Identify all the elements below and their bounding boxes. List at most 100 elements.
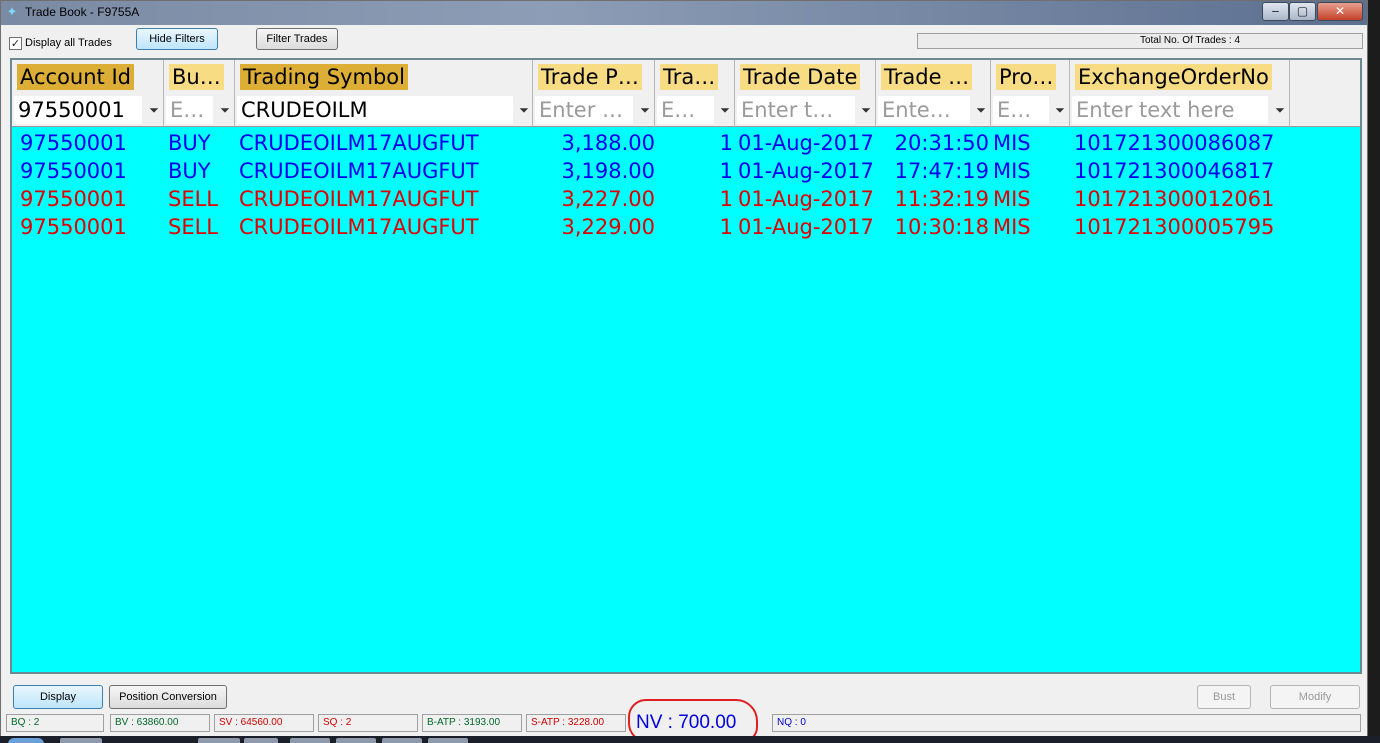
col-header-label: Trade Date [740,64,861,90]
cell-product: MIS [993,159,1031,183]
cell-order-no: 101721300012061 [1074,187,1275,211]
trade-date-filter-input[interactable]: Enter t… [737,96,855,124]
cell-account: 97550001 [20,187,127,211]
cell-date: 01-Aug-2017 [738,187,874,211]
minimize-button[interactable]: ‒ [1262,2,1289,21]
col-header-label: Pro… [996,64,1057,90]
status-nq: NQ : 0 [772,714,1361,732]
col-header-label: Bu… [169,64,224,90]
filter-funnel-icon[interactable]: ⏷ [719,102,731,118]
cell-order-no: 101721300005795 [1074,215,1275,239]
taskbar-button[interactable] [382,738,422,743]
col-header-label: Account Id [17,64,134,90]
col-header-trading-symbol[interactable]: Trading Symbol [235,60,533,94]
cell-buy-sell: SELL [168,215,218,239]
col-header-label: Trade P… [538,64,642,90]
cell-time: 11:32:19 [894,187,989,211]
col-header-label: Trade … [881,64,973,90]
taskbar-button[interactable] [244,738,278,743]
trade-time-filter-input[interactable]: Ente… [878,96,970,124]
taskbar-strip [0,736,1380,743]
account-id-filter-input[interactable]: 97550001 [14,96,142,124]
cell-qty: 1 [719,187,733,211]
trade-grid[interactable]: Account Id Bu… Trading Symbol Trade P… T… [10,58,1362,674]
col-header-trade-price[interactable]: Trade P… [533,60,655,94]
cell-symbol: CRUDEOILM17AUGFUT [239,131,479,155]
col-header-exchange-order-no[interactable]: ExchangeOrderNo [1070,60,1290,94]
title-bar[interactable]: ✦ Trade Book - F9755A ‒ ▢ ✕ [1,1,1367,25]
taskbar-button[interactable] [336,738,376,743]
filter-funnel-icon[interactable]: ⏷ [1274,102,1286,118]
cell-buy-sell: BUY [168,159,211,183]
col-header-trade-time[interactable]: Trade … [876,60,991,94]
exchange-order-filter-input[interactable]: Enter text here [1072,96,1268,124]
taskbar-button[interactable] [428,738,468,743]
close-button[interactable]: ✕ [1317,2,1363,21]
maximize-button[interactable]: ▢ [1289,2,1316,21]
trading-symbol-filter-input[interactable]: CRUDEOILM [237,96,513,124]
cell-date: 01-Aug-2017 [738,159,874,183]
display-button[interactable]: Display [13,685,103,709]
taskbar-button[interactable] [198,738,240,743]
filter-funnel-icon[interactable]: ⏷ [148,102,160,118]
cell-time: 20:31:50 [894,131,989,155]
window-title: Trade Book - F9755A [25,5,140,19]
cell-qty: 1 [719,215,733,239]
trade-qty-filter-input[interactable]: E… [657,96,714,124]
grid-filter-row: 97550001 ⏷ E… ⏷ CRUDEOILM ⏷ Enter … ⏷ E…… [12,94,1360,127]
hide-filters-button[interactable]: Hide Filters [136,28,218,50]
table-row[interactable]: 97550001 SELL CRUDEOILM17AUGFUT 3,229.00… [12,213,1360,241]
display-all-checkbox[interactable]: ✓ [9,37,22,50]
buy-sell-filter-input[interactable]: E… [166,96,213,124]
filter-funnel-icon[interactable]: ⏷ [518,102,530,118]
filter-cell-trading-symbol: CRUDEOILM ⏷ [235,94,533,127]
start-orb-icon[interactable] [8,738,44,743]
table-row[interactable]: 97550001 SELL CRUDEOILM17AUGFUT 3,227.00… [12,185,1360,213]
cell-product: MIS [993,215,1031,239]
filter-cell-trade-qty: E… ⏷ [655,94,735,127]
col-header-trade-date[interactable]: Trade Date [735,60,876,94]
product-filter-input[interactable]: E… [993,96,1049,124]
cell-time: 17:47:19 [894,159,989,183]
cell-buy-sell: SELL [168,187,218,211]
table-row[interactable]: 97550001 BUY CRUDEOILM17AUGFUT 3,198.00 … [12,157,1360,185]
filter-funnel-icon[interactable]: ⏷ [860,102,872,118]
cell-price: 3,227.00 [561,187,655,211]
filter-cell-product: E… ⏷ [991,94,1070,127]
cell-qty: 1 [719,131,733,155]
cell-price: 3,198.00 [561,159,655,183]
taskbar-button[interactable] [290,738,330,743]
cell-account: 97550001 [20,131,127,155]
cell-account: 97550001 [20,159,127,183]
filter-cell-account-id: 97550001 ⏷ [12,94,164,127]
status-bq: BQ : 2 [6,714,104,732]
cell-symbol: CRUDEOILM17AUGFUT [239,215,479,239]
col-header-product[interactable]: Pro… [991,60,1070,94]
filter-funnel-icon[interactable]: ⏷ [975,102,987,118]
trade-price-filter-input[interactable]: Enter … [535,96,633,124]
status-b-atp: B-ATP : 3193.00 [422,714,522,732]
filter-cell-trade-price: Enter … ⏷ [533,94,655,127]
col-header-buy-sell[interactable]: Bu… [164,60,235,94]
filter-trades-button[interactable]: Filter Trades [256,28,338,50]
position-conversion-button[interactable]: Position Conversion [109,685,227,709]
filter-cell-trade-time: Ente… ⏷ [876,94,991,127]
filter-funnel-icon[interactable]: ⏷ [1054,102,1066,118]
cell-time: 10:30:18 [894,215,989,239]
cell-product: MIS [993,187,1031,211]
bust-button[interactable]: Bust [1197,685,1251,709]
col-header-account-id[interactable]: Account Id [12,60,164,94]
filter-funnel-icon[interactable]: ⏷ [219,102,231,118]
col-header-label: ExchangeOrderNo [1075,64,1272,90]
col-header-trade-qty[interactable]: Tra… [655,60,735,94]
display-all-label: Display all Trades [25,37,112,49]
cell-price: 3,188.00 [561,131,655,155]
table-row[interactable]: 97550001 BUY CRUDEOILM17AUGFUT 3,188.00 … [12,129,1360,157]
filter-funnel-icon[interactable]: ⏷ [639,102,651,118]
cell-price: 3,229.00 [561,215,655,239]
taskbar-button[interactable] [60,738,102,743]
cell-account: 97550001 [20,215,127,239]
cell-order-no: 101721300086087 [1074,131,1275,155]
modify-button[interactable]: Modify [1270,685,1360,709]
filter-cell-buy-sell: E… ⏷ [164,94,235,127]
